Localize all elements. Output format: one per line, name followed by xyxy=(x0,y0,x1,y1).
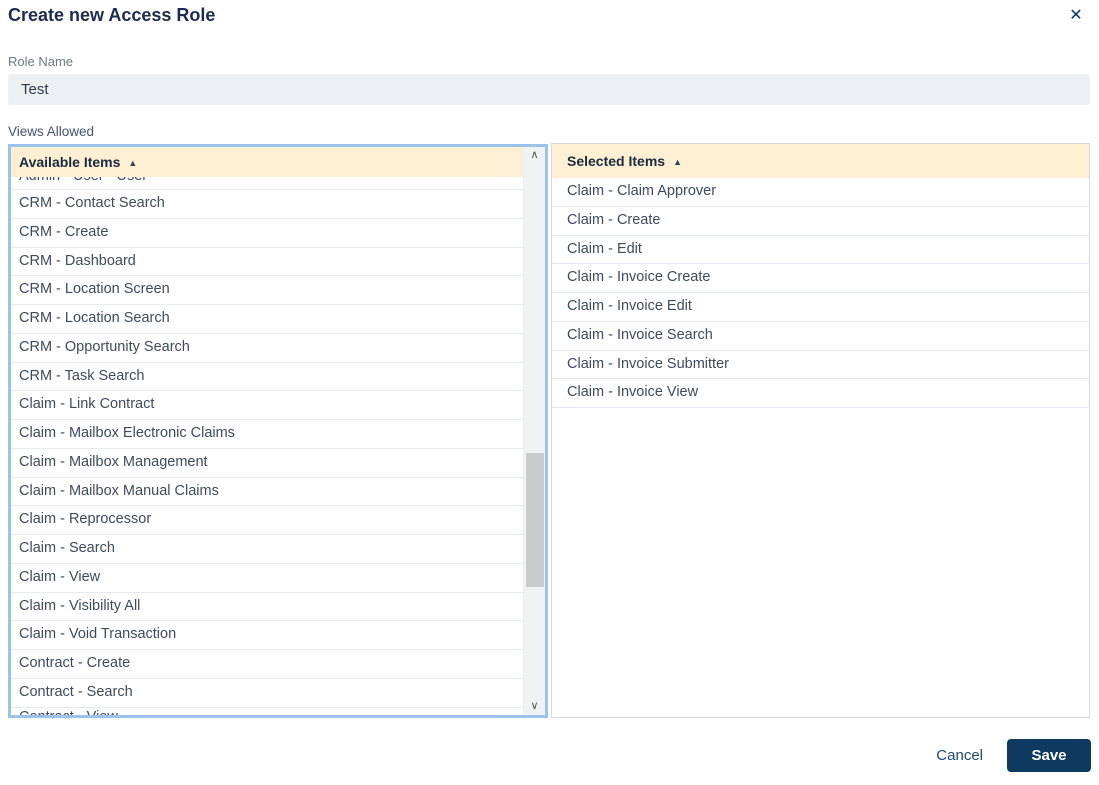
available-list-item[interactable]: Contract - Create xyxy=(11,650,523,679)
available-list-item[interactable]: Claim - Reprocessor xyxy=(11,506,523,535)
modal-footer: Cancel Save xyxy=(928,739,1091,772)
create-access-role-modal: Create new Access Role ✕ Role Name Views… xyxy=(0,0,1099,785)
selected-list-item[interactable]: Claim - Invoice Submitter xyxy=(552,351,1089,380)
available-list-item[interactable]: CRM - Opportunity Search xyxy=(11,334,523,363)
role-name-label: Role Name xyxy=(8,54,74,69)
selected-list-item[interactable]: Claim - Invoice Create xyxy=(552,264,1089,293)
available-list-item[interactable]: Claim - Visibility All xyxy=(11,593,523,622)
selected-items-header-label: Selected Items xyxy=(567,153,666,169)
available-list-item[interactable]: Claim - Search xyxy=(11,535,523,564)
available-list-item[interactable]: CRM - Task Search xyxy=(11,363,523,392)
available-list-item[interactable]: CRM - Contact Search xyxy=(11,190,523,219)
available-list-item[interactable]: Claim - Mailbox Electronic Claims xyxy=(11,420,523,449)
available-list-item[interactable]: CRM - Dashboard xyxy=(11,248,523,277)
sort-ascending-icon: ▲ xyxy=(673,157,682,167)
selected-list-item[interactable]: Claim - Invoice Search xyxy=(552,322,1089,351)
scrollbar-down-icon[interactable]: ∨ xyxy=(524,698,545,715)
modal-title: Create new Access Role xyxy=(8,5,216,25)
available-items-header-label: Available Items xyxy=(19,154,121,170)
selected-items-panel: Selected Items ▲ Claim - Claim Approver Cl… xyxy=(551,143,1090,718)
views-allowed-label: Views Allowed xyxy=(8,124,95,139)
selected-list-item[interactable]: Claim - Claim Approver xyxy=(552,178,1089,207)
list-item-partial[interactable]: Contract - View xyxy=(11,708,523,716)
role-name-input[interactable] xyxy=(8,74,1090,105)
available-list-item[interactable]: CRM - Create xyxy=(11,219,523,248)
scrollbar-up-icon[interactable]: ∧ xyxy=(524,147,545,164)
available-items-list: Admin - User - User CRM - Contact Search… xyxy=(11,177,523,715)
available-list-item[interactable]: CRM - Location Screen xyxy=(11,276,523,305)
selected-items-list: Claim - Claim Approver Claim - Create Clai… xyxy=(552,178,1089,717)
scrollbar-track[interactable]: ∧ ∨ xyxy=(523,147,545,715)
selected-list-item[interactable]: Claim - Invoice View xyxy=(552,379,1089,408)
available-list-item[interactable]: Claim - Mailbox Management xyxy=(11,449,523,478)
available-list-item[interactable]: Claim - Void Transaction xyxy=(11,621,523,650)
available-list-item[interactable]: Claim - Link Contract xyxy=(11,391,523,420)
available-items-header[interactable]: Available Items ▲ xyxy=(11,147,523,177)
selected-list-item[interactable]: Claim - Create xyxy=(552,207,1089,236)
save-button[interactable]: Save xyxy=(1007,739,1091,772)
available-list-item[interactable]: CRM - Location Search xyxy=(11,305,523,334)
available-list-item[interactable]: Claim - Mailbox Manual Claims xyxy=(11,478,523,507)
cancel-button[interactable]: Cancel xyxy=(928,747,991,764)
available-list-item[interactable]: Contract - Search xyxy=(11,679,523,708)
scrollbar-thumb[interactable] xyxy=(526,453,544,587)
available-list-item[interactable]: Claim - View xyxy=(11,564,523,593)
selected-items-header[interactable]: Selected Items ▲ xyxy=(552,144,1089,178)
available-items-panel: Available Items ▲ Admin - User - User CRM… xyxy=(8,144,548,718)
selected-list-item[interactable]: Claim - Edit xyxy=(552,236,1089,265)
close-icon[interactable]: ✕ xyxy=(1064,4,1088,28)
selected-list-item[interactable]: Claim - Invoice Edit xyxy=(552,293,1089,322)
list-item-partial[interactable]: Admin - User - User xyxy=(11,177,523,190)
sort-ascending-icon: ▲ xyxy=(128,158,138,168)
